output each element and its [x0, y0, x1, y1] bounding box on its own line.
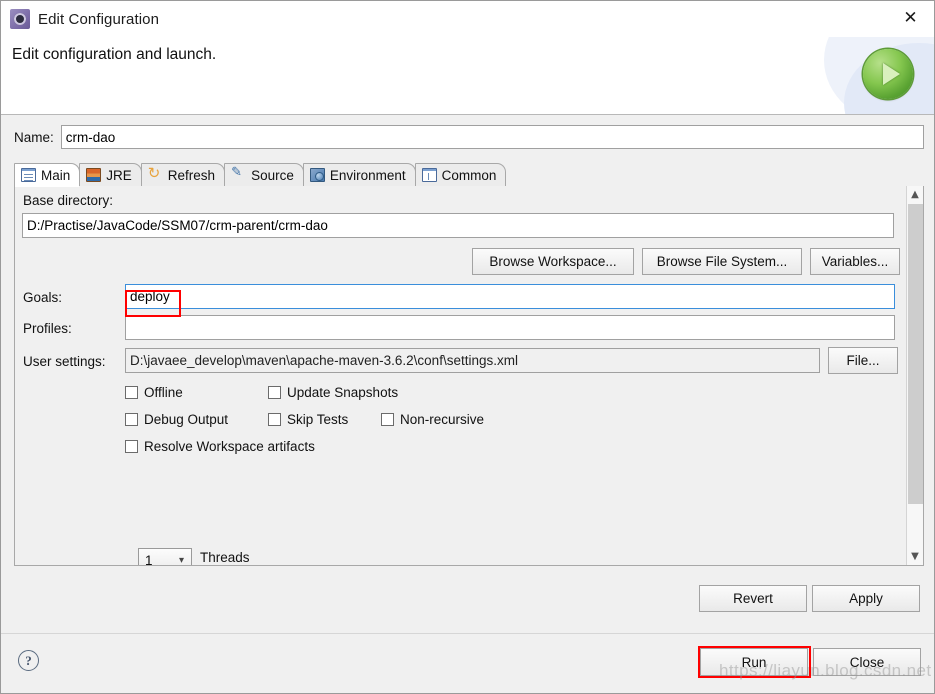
panel-scrollbar[interactable]: ▲ ▼ [906, 186, 923, 565]
revert-button[interactable]: Revert [699, 585, 807, 612]
main-tab-panel: Base directory: Browse Workspace... Brow… [14, 186, 924, 566]
base-directory-input[interactable] [22, 213, 894, 238]
tab-label: Refresh [167, 167, 216, 183]
profiles-label: Profiles: [23, 321, 72, 336]
tab-jre[interactable]: JRE [79, 163, 142, 186]
checkbox-non-recursive[interactable]: Non-recursive [381, 412, 484, 427]
threads-label: Threads [200, 550, 250, 565]
profiles-input[interactable] [125, 315, 895, 340]
checkbox-label: Non-recursive [400, 412, 485, 427]
checkbox-box[interactable] [125, 386, 138, 399]
dialog-body: Name: Main JRE Refresh Source [1, 115, 934, 633]
name-row: Name: [14, 125, 924, 149]
checkbox-box[interactable] [125, 413, 138, 426]
tab-label: Source [251, 167, 294, 183]
tab-source[interactable]: Source [224, 163, 304, 186]
threads-value: 1 [145, 552, 153, 566]
checkbox-box[interactable] [125, 440, 138, 453]
source-pen-icon [231, 165, 246, 182]
refresh-icon [148, 164, 163, 182]
checkbox-label: Update Snapshots [287, 385, 399, 400]
environment-icon [309, 168, 325, 182]
tab-label: Environment [329, 167, 406, 183]
dialog-footer: ? Run Close [1, 633, 934, 693]
user-settings-file-button[interactable]: File... [828, 347, 898, 374]
scroll-up-icon[interactable]: ▲ [907, 186, 923, 203]
checkbox-label: Resolve Workspace artifacts [144, 439, 315, 454]
checkbox-label: Offline [144, 385, 183, 400]
edit-configuration-dialog: Edit Configuration ✕ Edit configuration … [0, 0, 935, 694]
close-dialog-button[interactable]: Close [813, 648, 921, 676]
goals-label: Goals: [23, 290, 63, 305]
scrollbar-thumb[interactable] [908, 204, 923, 504]
tab-label: Main [41, 167, 71, 183]
checkbox-box[interactable] [268, 386, 281, 399]
checkbox-box[interactable] [268, 413, 281, 426]
browse-workspace-button[interactable]: Browse Workspace... [472, 248, 634, 275]
close-icon[interactable]: ✕ [887, 1, 934, 35]
variables-button[interactable]: Variables... [810, 248, 900, 275]
books-icon [86, 168, 102, 182]
checkbox-skip-tests[interactable]: Skip Tests [268, 412, 348, 427]
title-bar: Edit Configuration ✕ [1, 1, 934, 37]
run-button[interactable]: Run [700, 648, 808, 676]
user-settings-label: User settings: [23, 354, 106, 369]
scroll-down-icon[interactable]: ▼ [907, 548, 923, 565]
tab-environment[interactable]: Environment [302, 163, 416, 186]
tab-label: JRE [106, 167, 132, 183]
checkbox-box[interactable] [381, 413, 394, 426]
document-icon [21, 168, 36, 182]
threads-select[interactable]: 1 ▾ [138, 548, 192, 566]
chevron-down-icon: ▾ [178, 554, 184, 566]
checkbox-label: Debug Output [144, 412, 229, 427]
checkbox-update-snapshots[interactable]: Update Snapshots [268, 385, 398, 400]
goals-input[interactable] [125, 284, 895, 309]
name-input[interactable] [60, 125, 924, 149]
help-icon[interactable]: ? [18, 650, 39, 671]
checkbox-label: Skip Tests [287, 412, 349, 427]
header-subtitle: Edit configuration and launch. [12, 46, 217, 63]
window-title: Edit Configuration [38, 10, 160, 28]
checkbox-offline[interactable]: Offline [125, 385, 183, 400]
apply-button[interactable]: Apply [812, 585, 920, 612]
dialog-header: Edit configuration and launch. [1, 37, 934, 115]
gear-icon [10, 9, 30, 29]
browse-file-system-button[interactable]: Browse File System... [642, 248, 802, 275]
common-icon [421, 168, 437, 182]
run-play-icon [863, 49, 913, 99]
name-label: Name: [14, 129, 54, 145]
tab-main[interactable]: Main [14, 163, 81, 187]
checkbox-debug-output[interactable]: Debug Output [125, 412, 228, 427]
tab-common[interactable]: Common [414, 163, 507, 186]
tab-refresh[interactable]: Refresh [140, 163, 226, 186]
tab-label: Common [441, 167, 497, 183]
tab-bar: Main JRE Refresh Source Environment Comm… [14, 163, 924, 187]
user-settings-input[interactable] [125, 348, 820, 373]
checkbox-resolve-workspace-artifacts[interactable]: Resolve Workspace artifacts [125, 439, 315, 454]
base-directory-label: Base directory: [23, 193, 114, 208]
